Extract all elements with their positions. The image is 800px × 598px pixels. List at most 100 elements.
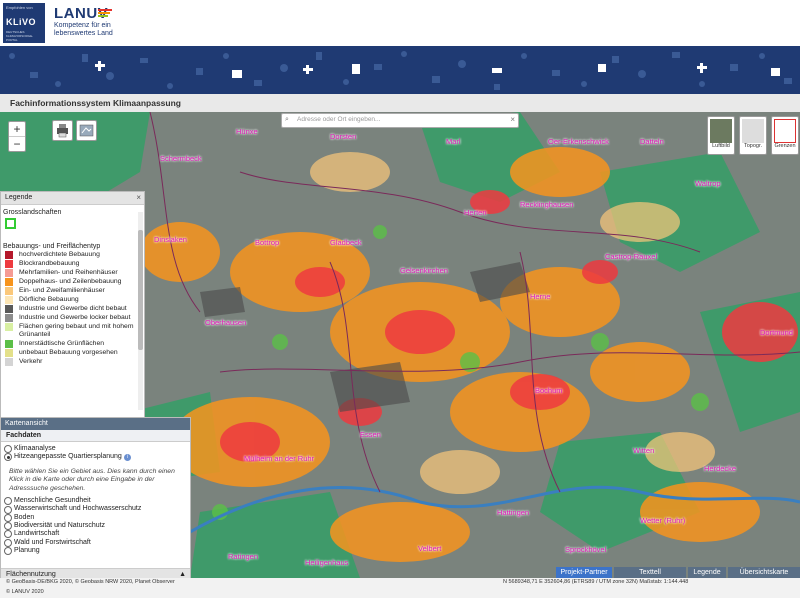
place-label: Wetter (Ruhr) [640, 516, 686, 525]
basemap-label: Topogr. [743, 143, 763, 149]
place-label: Mülheim an der Ruhr [244, 454, 315, 463]
tab-legende[interactable]: Legende [688, 567, 726, 578]
aerial-thumbnail-icon [710, 119, 732, 143]
place-label: Marl [446, 137, 461, 146]
legend-swatch [5, 305, 13, 313]
theme-option[interactable]: Landwirtschaft [1, 530, 190, 539]
theme-list: Menschliche Gesundheit Wasserwirtschaft u… [1, 497, 190, 556]
basemap-topogr[interactable]: Topogr. [739, 116, 767, 155]
option-quartiersplanung[interactable]: Hitzeangepasste Quartiersplanung i [1, 453, 190, 462]
radio-icon[interactable] [4, 505, 12, 514]
legend-title: Legende [5, 194, 33, 201]
basemap-label: Luftbild [712, 143, 730, 149]
radio-icon[interactable] [4, 522, 12, 531]
legend-panel: Legende × Grosslandschaften Bebauungs- u… [0, 191, 145, 419]
tab-texttell[interactable]: Texttell [614, 567, 686, 578]
legend-label: Mehrfamilien- und Reihenhäuser [19, 269, 118, 276]
app-title: Fachinformationssystem Klimaanpassung [10, 98, 181, 108]
legend-scrollbar[interactable] [138, 212, 143, 410]
icon-banner [0, 46, 800, 94]
legend-item: unbebaut Bebauung vorgesehen [1, 348, 144, 357]
radio-icon[interactable] [4, 538, 12, 547]
legend-label: Innerstädtische Grünflächen [19, 340, 105, 347]
option-label: Klimaanalyse [14, 445, 56, 452]
radio-icon[interactable] [4, 530, 12, 539]
place-label: Oberhausen [205, 318, 247, 327]
place-label: Hattingen [497, 508, 530, 517]
legend-item: Ein- und Zweifamilienhäuser [1, 286, 144, 295]
place-label: Velbert [418, 544, 442, 553]
basemap-luftbild[interactable]: Luftbild [707, 116, 735, 155]
tab-uebersichtskarte[interactable]: Übersichtskarte [728, 567, 800, 578]
legend-item: Industrie und Gewerbe dicht bebaut [1, 304, 144, 313]
title-bar: Fachinformationssystem Klimaanpassung [0, 94, 800, 113]
coordinate-readout: N 5689348,71 E 352604,86 (ETRS89 / UTM z… [503, 579, 689, 585]
basemap-grenzen[interactable]: Grenzen [771, 116, 799, 155]
legend-swatch [5, 278, 13, 286]
legend-item: Verkehr [1, 357, 144, 366]
legend-item: Blockrandbebauung [1, 259, 144, 268]
theme-option[interactable]: Wasserwirtschaft und Hochwasserschutz [1, 505, 190, 514]
place-label: Dinslaken [154, 235, 187, 244]
zoom-in-button[interactable]: + [9, 122, 25, 137]
print-button[interactable] [52, 120, 73, 141]
place-label: Witten [633, 446, 655, 455]
copyright-line: © GeoBasis-DE/BKG 2020, © Geobasis NRW 2… [6, 579, 175, 585]
legend-label: Dörfliche Bebauung [19, 296, 79, 303]
place-label: Herdecke [704, 464, 737, 473]
fachdaten-title: Fachdaten [1, 430, 190, 442]
radio-icon[interactable] [4, 547, 12, 556]
legend-label: Industrie und Gewerbe locker bebaut [19, 314, 131, 321]
kartenansicht-panel: Kartenansicht Fachdaten Klimaanalyse Hit… [0, 417, 191, 580]
option-label: Hitzeangepasste Quartiersplanung [14, 453, 122, 461]
legend-item: Industrie und Gewerbe locker bebaut [1, 313, 144, 322]
place-label: Hünxe [236, 127, 258, 136]
theme-option[interactable]: Boden [1, 514, 190, 522]
place-label: Castrop-Rauxel [605, 252, 658, 261]
legend-item: Dörfliche Bebauung [1, 295, 144, 304]
tab-projekt-partner[interactable]: Projekt-Partner [556, 567, 612, 578]
theme-option[interactable]: Biodiversität und Naturschutz [1, 522, 190, 531]
place-label: Herne [530, 292, 551, 301]
legend-swatch [5, 340, 13, 348]
kartenansicht-title: Kartenansicht [1, 418, 190, 430]
legend-list: hochverdichtete Bebauung Blockrandbebauun… [1, 250, 144, 366]
option-label: Planung [14, 546, 40, 554]
option-label: Wald und Forstwirtschaft [14, 538, 91, 546]
map-tool-button[interactable] [76, 120, 97, 141]
clear-search-icon[interactable]: × [510, 115, 515, 124]
address-search[interactable]: ⌕ Adresse oder Ort eingeben... × [281, 113, 519, 128]
legend-header: Legende [1, 192, 144, 205]
legend-label: Verkehr [19, 358, 43, 365]
place-label: Ratingen [228, 552, 259, 561]
legend-swatch [5, 251, 13, 259]
theme-option[interactable]: Menschliche Gesundheit [1, 497, 190, 506]
legend-label: Flächen gering bebaut und mit hohem Grün… [19, 323, 134, 338]
place-label: Bottrop [255, 238, 280, 247]
info-icon[interactable]: i [123, 453, 131, 461]
lanuv-logo[interactable]: LANUV Kompetenz für ein lebenswertes Lan… [54, 5, 124, 38]
lanuv-name: LANUV [54, 5, 109, 22]
place-label: Heiligenhaus [305, 558, 349, 567]
theme-option[interactable]: Planung [1, 546, 190, 556]
legend-swatch [5, 269, 13, 277]
radio-icon[interactable] [4, 453, 12, 462]
radio-icon[interactable] [4, 497, 12, 506]
legend-label: hochverdichtete Bebauung [19, 251, 100, 258]
legend-label: unbebaut Bebauung vorgesehen [19, 349, 118, 356]
klivo-sub: DEUTSCHES KLIMAVORSORGE-PORTAL [6, 30, 34, 42]
zoom-out-button[interactable]: − [9, 137, 25, 151]
klivo-logo[interactable]: Empfohlen von KLiVO DEUTSCHES KLIMAVORSO… [3, 3, 45, 43]
hint-text: Bitte wählen Sie ein Gebiet aus. Dies ka… [9, 467, 175, 492]
footer: © GeoBasis-DE/BKG 2020, © Geobasis NRW 2… [0, 578, 800, 598]
landscape-swatch [5, 218, 16, 229]
radio-icon[interactable] [4, 445, 12, 454]
close-icon[interactable]: × [136, 193, 141, 202]
theme-option[interactable]: Wald und Forstwirtschaft [1, 539, 190, 547]
option-klimaanalyse[interactable]: Klimaanalyse [1, 442, 190, 454]
radio-icon[interactable] [4, 513, 12, 522]
option-label: Boden [14, 513, 35, 521]
legend-swatch [5, 358, 13, 366]
search-placeholder[interactable]: Adresse oder Ort eingeben... [297, 116, 380, 123]
place-label: Gladbeck [330, 238, 362, 247]
